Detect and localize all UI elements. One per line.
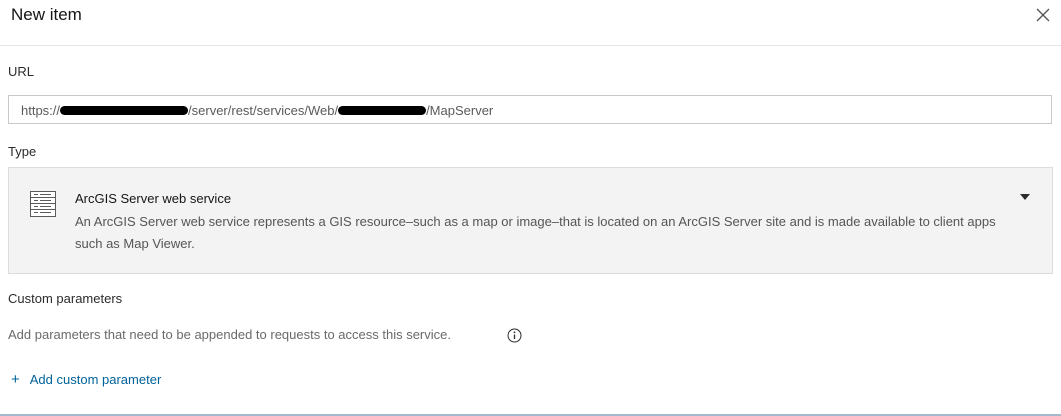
type-label: Type [8,144,37,159]
plus-icon: + [11,371,20,388]
custom-parameters-label: Custom parameters [8,291,123,306]
redacted-host [60,106,189,116]
new-item-dialog: New item URL https:// /server/rest/servic… [0,0,1061,416]
add-custom-parameter-label: Add custom parameter [29,372,162,387]
close-icon[interactable] [1035,7,1051,23]
dialog-title: New item [11,5,82,24]
type-selected-name: ArcGIS Server web service [75,191,232,206]
info-icon[interactable] [507,328,522,343]
service-list-icon [30,191,56,217]
add-custom-parameter-button[interactable]: + Add custom parameter [11,371,161,388]
url-suffix: /MapServer [426,103,494,118]
type-select[interactable]: ArcGIS Server web service An ArcGIS Serv… [8,167,1053,274]
dialog-header: New item [0,0,1061,46]
redacted-service [338,106,427,116]
url-label: URL [8,64,35,79]
url-input[interactable]: https:// /server/rest/services/Web/ /MapSe… [8,95,1052,124]
url-prefix: https:// [21,103,61,118]
type-selected-description: An ArcGIS Server web service represents … [75,214,996,251]
caret-down-icon[interactable] [1020,194,1030,200]
custom-parameters-hint: Add parameters that need to be appended … [8,327,451,342]
url-middle: /server/rest/services/Web/ [188,103,339,118]
